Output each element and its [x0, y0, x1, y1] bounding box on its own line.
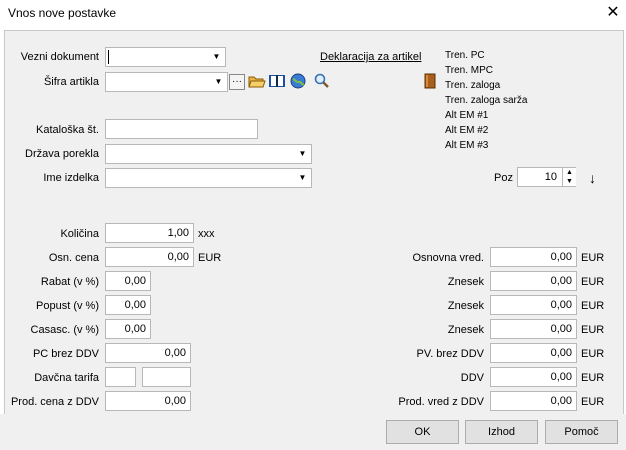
book-icon[interactable]: [268, 73, 286, 92]
pc-brez-ddv-label: PC brez DDV: [32, 348, 99, 360]
ime-izdelka-combo[interactable]: ▼: [105, 168, 312, 188]
znesek-casasc-unit: EUR: [581, 324, 605, 336]
znesek-casasc-input[interactable]: 0,00: [490, 319, 577, 339]
arrow-down-icon[interactable]: ↓: [589, 170, 596, 186]
casasc-label: Casasc. (v %): [30, 324, 99, 336]
sifra-artikla-combo[interactable]: ▼: [105, 72, 228, 92]
prod-cena-input[interactable]: 0,00: [105, 391, 191, 411]
osnovna-vred-unit: EUR: [581, 252, 605, 264]
chevron-down-icon[interactable]: ▼: [211, 74, 226, 90]
tren-pc-label: Tren. PC: [445, 50, 485, 61]
popust-input[interactable]: 0,00: [105, 295, 151, 315]
prod-vred-input[interactable]: 0,00: [490, 391, 577, 411]
davcna-tarifa-code[interactable]: [105, 367, 136, 387]
prod-vred-label: Prod. vred z DDV: [398, 396, 484, 408]
rabat-label: Rabat (v %): [40, 276, 99, 288]
prod-cena-label: Prod. cena z DDV: [10, 396, 99, 408]
poz-label: Poz: [494, 172, 513, 184]
osn-cena-label: Osn. cena: [48, 252, 99, 264]
alt-em-2-label: Alt EM #2: [445, 125, 489, 136]
davcna-tarifa-rate[interactable]: [142, 367, 191, 387]
znesek-rabat-unit: EUR: [581, 276, 605, 288]
popust-label: Popust (v %): [36, 300, 99, 312]
prod-vred-unit: EUR: [581, 396, 605, 408]
rabat-input[interactable]: 0,00: [105, 271, 151, 291]
info-book-icon[interactable]: [424, 73, 436, 92]
drzava-porekla-label: Država porekla: [25, 148, 99, 160]
tren-zaloga-sarza-label: Tren. zaloga sarža: [445, 95, 528, 106]
text-caret: [108, 50, 109, 64]
tren-mpc-label: Tren. MPC: [445, 65, 493, 76]
vezni-dokument-combo[interactable]: ▼: [105, 47, 226, 67]
kataloska-label: Kataloška št.: [36, 124, 99, 136]
chevron-down-icon[interactable]: ▼: [295, 170, 310, 186]
osn-cena-input[interactable]: 0,00: [105, 247, 194, 267]
chevron-down-icon[interactable]: ▼: [295, 146, 310, 162]
ddv-label: DDV: [460, 372, 484, 384]
kolicina-unit: xxx: [198, 228, 215, 240]
kolicina-input[interactable]: 1,00: [105, 223, 194, 243]
drzava-porekla-combo[interactable]: ▼: [105, 144, 312, 164]
znesek-rabat-label: Znesek: [447, 276, 484, 288]
ddv-input[interactable]: 0,00: [490, 367, 577, 387]
pv-brez-ddv-unit: EUR: [581, 348, 605, 360]
znesek-popust-input[interactable]: 0,00: [490, 295, 577, 315]
osnovna-vred-label: Osnovna vred.: [412, 252, 484, 264]
kataloska-input[interactable]: [105, 119, 258, 139]
kolicina-label: Količina: [60, 228, 99, 240]
znesek-rabat-input[interactable]: 0,00: [490, 271, 577, 291]
alt-em-1-label: Alt EM #1: [445, 110, 489, 121]
pomoc-button[interactable]: Pomoč: [545, 420, 618, 444]
tren-zaloga-label: Tren. zaloga: [445, 80, 501, 91]
window-title: Vnos nove postavke: [8, 6, 117, 20]
casasc-input[interactable]: 0,00: [105, 319, 151, 339]
alt-em-3-label: Alt EM #3: [445, 140, 489, 151]
pv-brez-ddv-label: PV. brez DDV: [416, 348, 484, 360]
pv-brez-ddv-input[interactable]: 0,00: [490, 343, 577, 363]
sifra-artikla-label: Šifra artikla: [43, 76, 99, 88]
znesek-popust-unit: EUR: [581, 300, 605, 312]
chevron-down-icon[interactable]: ▼: [209, 49, 224, 65]
osnovna-vred-input[interactable]: 0,00: [490, 247, 577, 267]
pc-brez-ddv-input[interactable]: 0,00: [105, 343, 191, 363]
znesek-popust-label: Znesek: [447, 300, 484, 312]
open-folder-icon[interactable]: [248, 73, 266, 92]
znesek-casasc-label: Znesek: [447, 324, 484, 336]
vezni-dokument-label: Vezni dokument: [20, 51, 99, 63]
ddv-unit: EUR: [581, 372, 605, 384]
search-icon[interactable]: [314, 73, 330, 92]
poz-spinner[interactable]: ▲ ▼: [562, 168, 576, 186]
ok-button[interactable]: OK: [386, 420, 459, 444]
osn-cena-unit: EUR: [198, 252, 222, 264]
izhod-button[interactable]: Izhod: [465, 420, 538, 444]
deklaracija-link[interactable]: Deklaracija za artikel: [320, 51, 421, 63]
ime-izdelka-label: Ime izdelka: [43, 172, 99, 184]
ellipsis-button[interactable]: ···: [229, 74, 245, 90]
close-icon[interactable]: ✕: [603, 3, 623, 23]
globe-icon[interactable]: [290, 73, 306, 92]
davcna-tarifa-label: Davčna tarifa: [34, 372, 99, 384]
